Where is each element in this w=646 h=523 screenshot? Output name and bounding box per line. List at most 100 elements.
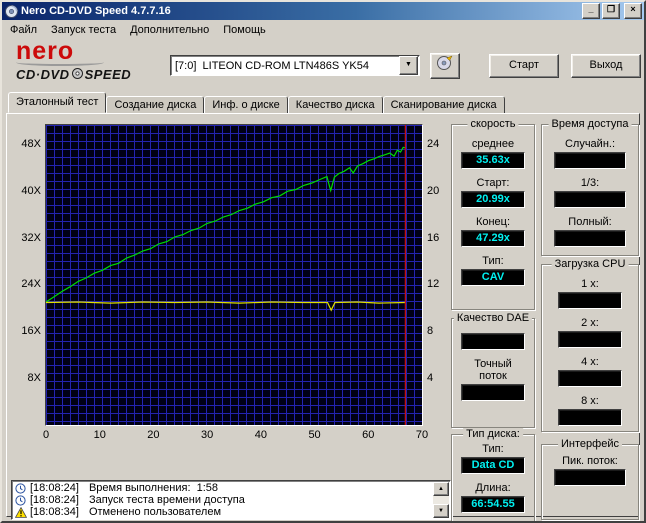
access-random-display [554,152,626,169]
app-window: Nero CD-DVD Speed 4.7.7.16 _ ❐ × Файл Зап… [0,0,646,523]
speed-type-display: CAV [461,269,525,286]
cpu-8x-display [558,409,622,426]
menu-bar: Файл Запуск теста Дополнительно Помощь [2,20,644,39]
interface-panel-title: Интерфейс [558,438,622,450]
y-axis-label: 32X [21,231,41,244]
log-list: [18:08:24] Время выполнения: 1:58 [18:08:2… [14,482,433,518]
disc-type-display: Data CD [461,457,525,474]
title-bar[interactable]: Nero CD-DVD Speed 4.7.7.16 _ ❐ × [2,2,644,20]
maximize-button[interactable]: ❐ [602,3,620,19]
clock-icon [15,494,27,506]
cpu-usage-panel: Загрузка CPU 1 x: 2 x: 4 x: 8 x: [541,258,639,432]
drive-selector[interactable]: [7:0] LITEON CD-ROM LTN486S YK54 ▼ [170,55,420,76]
disc-length-display: 66:54.55 [461,496,525,513]
menu-extras[interactable]: Дополнительно [123,22,216,38]
access-rows: Случайн.: 1/3: Полный: [542,138,638,247]
average-speed-display: 35.63x [461,152,525,169]
tab-disc-info[interactable]: Инф. о диске [204,96,288,114]
access-one-third-display [554,191,626,208]
x-axis-label: 70 [415,429,429,441]
cpu-2x-label: 2 x: [581,317,599,329]
access-random-label: Случайн.: [564,138,616,150]
logo-speed-text: SPEED [84,67,132,82]
chevron-down-icon[interactable]: ▼ [399,56,418,75]
close-button[interactable]: × [624,3,642,19]
access-panel-title: Время доступа [548,118,632,130]
scroll-up-icon[interactable]: ▲ [433,482,449,496]
y-axis-label: 40X [21,184,41,197]
log-box: [18:08:24] Время выполнения: 1:58 [18:08:2… [11,480,451,520]
start-speed-display: 20.99x [461,191,525,208]
accurate-stream-label: Точный поток [474,358,512,382]
accurate-stream-display [461,384,525,401]
cpu-1x-label: 1 x: [581,278,599,290]
end-speed-label: Конец: [475,216,511,228]
disc-panel-title: Тип диска: [463,428,523,440]
speed-type-label: Тип: [482,255,504,267]
drive-selector-value: [7:0] LITEON CD-ROM LTN486S YK54 [175,59,369,72]
logo-product-line: CD·DVD SPEED [16,67,166,82]
speed-select-button[interactable] [430,53,460,79]
scroll-down-icon[interactable]: ▼ [433,504,449,518]
cpu-rows: 1 x: 2 x: 4 x: 8 x: [542,278,638,426]
log-entry[interactable]: [18:08:34] Отменено пользователем [14,506,433,518]
x-axis-label: 20 [147,429,160,441]
x-axis-label: 30 [201,429,214,441]
cpu-4x-display [558,370,622,387]
start-speed-label: Старт: [476,177,510,189]
minimize-button[interactable]: _ [582,3,600,19]
log-entry-text: Время выполнения: 1:58 [88,482,219,494]
cpu-2x-display [558,331,622,348]
access-full-display [554,230,626,247]
header: nero CD·DVD SPEED [7:0] LITEON CD-ROM LT… [2,39,644,91]
log-scrollbar[interactable]: ▲ ▼ [433,482,449,518]
logo-cddvd-text: CD·DVD [16,67,70,82]
log-entry-time: [18:08:24] [30,482,79,494]
cpu-panel-title: Загрузка CPU [551,258,629,270]
cpu-4x-label: 4 x: [581,356,599,368]
menu-run-test[interactable]: Запуск теста [44,22,123,38]
warning-icon [14,506,28,518]
start-button[interactable]: Старт [489,54,559,78]
disc-length-label: Длина: [475,482,511,494]
chart-svg [46,125,406,425]
log-entry-text: Отменено пользователем [88,506,222,518]
tab-create-disc[interactable]: Создание диска [106,96,205,114]
tab-benchmark[interactable]: Эталонный тест [8,92,107,113]
y2-axis-label: 4 [427,372,434,385]
plot-area [45,124,423,426]
log-entry-text: Запуск теста времени доступа [88,494,245,506]
disc-type-label: Тип: [482,443,504,455]
tab-disc-quality[interactable]: Качество диска [287,96,383,114]
exit-button[interactable]: Выход [571,54,641,78]
clock-icon [15,482,27,494]
app-icon [5,4,18,18]
interface-panel: Интерфейс Пик. поток: [541,438,639,520]
tab-page: 48X 40X 32X 24X 16X 8X 24 20 16 12 8 4 0 10 20 30 40 50 60… [6,113,640,521]
tab-scan-disc[interactable]: Сканирование диска [382,96,505,114]
disc-type-panel: Тип диска: Тип: Data CD Длина: 66:54.55 [451,428,535,521]
y-axis-label: 48X [21,137,41,150]
y2-axis-label: 24 [427,137,440,150]
chart: 48X 40X 32X 24X 16X 8X 24 20 16 12 8 4 0 10 20 30 40 50 60… [9,120,451,446]
log-entry-time: [18:08:24] [30,494,79,506]
y2-axis-label: 8 [427,325,434,338]
log-entry[interactable]: [18:08:24] Запуск теста времени доступа [14,494,433,506]
dae-panel-title: Качество DAE [453,312,533,324]
dae-score-display [461,333,525,350]
transfer-rate-line [46,146,406,303]
y2-axis-label: 12 [427,278,440,291]
menu-help[interactable]: Помощь [216,22,273,38]
y-axis-label: 16X [21,325,41,338]
rotation-speed-line [46,301,406,312]
cpu-8x-label: 8 x: [581,395,599,407]
log-entry[interactable]: [18:08:24] Время выполнения: 1:58 [14,482,433,494]
speed-panel-title: скорость [467,118,519,130]
access-one-third-label: 1/3: [580,177,600,189]
end-speed-display: 47.29x [461,230,525,247]
tab-strip: Эталонный тест Создание диска Инф. о диске… [6,92,640,114]
disc-speed-icon [436,55,454,78]
y2-axis-label: 20 [427,184,440,197]
menu-file[interactable]: Файл [3,22,44,38]
peak-rate-display [554,469,626,486]
